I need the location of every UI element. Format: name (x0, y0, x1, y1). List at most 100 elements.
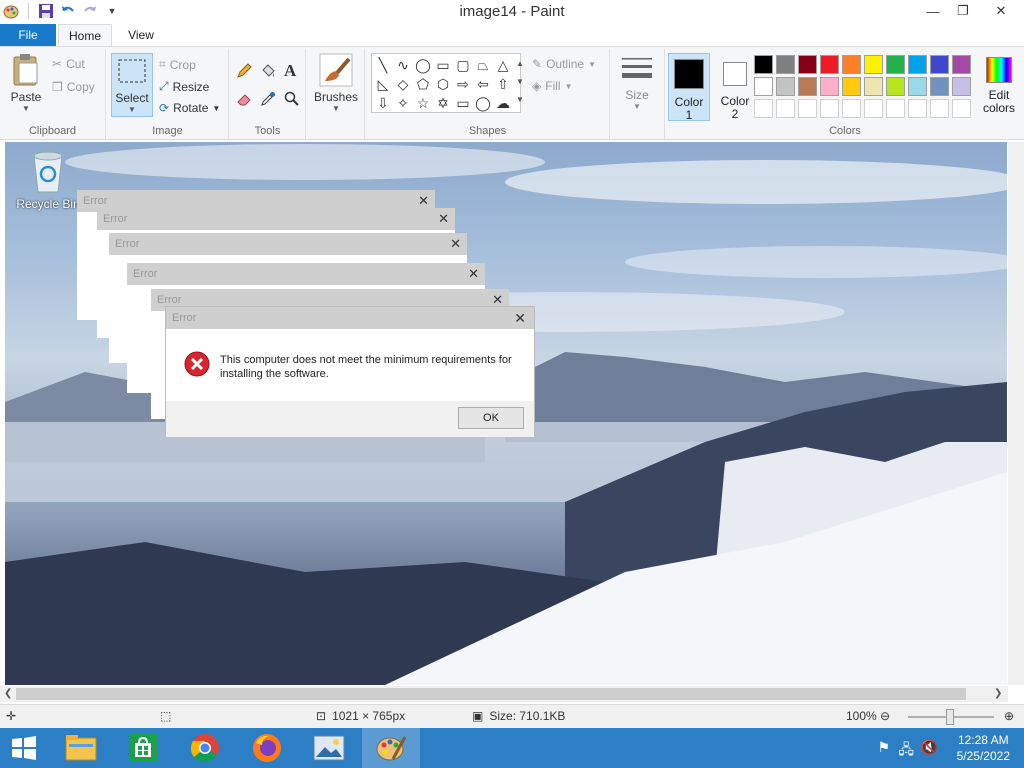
close-icon[interactable]: ✕ (468, 263, 479, 285)
palette-swatch[interactable] (798, 77, 817, 96)
dialog-close-button[interactable]: ✕ (514, 307, 526, 329)
horizontal-scrollbar[interactable]: ❮ ❯ (0, 686, 1008, 702)
palette-empty-slot[interactable] (886, 99, 905, 118)
close-button[interactable]: ✕ (978, 0, 1024, 22)
palette-empty-slot[interactable] (930, 99, 949, 118)
zoom-out-button[interactable]: ⊖ (880, 709, 890, 723)
curve-shape-icon[interactable]: ∿ (394, 56, 412, 74)
cut-button[interactable]: ✂ Cut (52, 57, 85, 71)
palette-swatch[interactable] (776, 77, 795, 96)
right-arrow-shape-icon[interactable]: ⇨ (454, 75, 472, 93)
palette-swatch[interactable] (952, 77, 971, 96)
taskbar-photos[interactable] (300, 728, 358, 768)
palette-empty-slot[interactable] (754, 99, 773, 118)
palette-swatch[interactable] (776, 55, 795, 74)
line-shape-icon[interactable]: ╲ (374, 56, 392, 74)
palette-empty-slot[interactable] (952, 99, 971, 118)
tab-file[interactable]: File (0, 24, 56, 46)
oval-callout-shape-icon[interactable]: ◯ (474, 94, 492, 112)
color-picker-tool[interactable] (260, 91, 276, 107)
shapes-scroll-icon[interactable]: ▲ ▼ ▼ (516, 55, 524, 109)
diamond-shape-icon[interactable]: ◇ (394, 75, 412, 93)
rounded-rectangle-shape-icon[interactable]: ▢ (454, 56, 472, 74)
palette-empty-slot[interactable] (798, 99, 817, 118)
fill-tool[interactable] (260, 63, 276, 79)
palette-empty-slot[interactable] (820, 99, 839, 118)
up-arrow-shape-icon[interactable]: ⇧ (494, 75, 512, 93)
palette-empty-slot[interactable] (776, 99, 795, 118)
eraser-tool[interactable] (236, 91, 252, 107)
maximize-button[interactable]: ❐ (948, 0, 978, 22)
select-button[interactable]: Select ▼ (111, 53, 153, 117)
pentagon-shape-icon[interactable]: ⬠ (414, 75, 432, 93)
palette-swatch[interactable] (798, 55, 817, 74)
six-point-star-shape-icon[interactable]: ✡ (434, 94, 452, 112)
left-arrow-shape-icon[interactable]: ⇦ (474, 75, 492, 93)
rect-callout-shape-icon[interactable]: ▭ (454, 94, 472, 112)
tab-view[interactable]: View (114, 24, 168, 46)
ok-button[interactable]: OK (458, 407, 524, 429)
palette-empty-slot[interactable] (908, 99, 927, 118)
five-point-star-shape-icon[interactable]: ☆ (414, 94, 432, 112)
fill-button[interactable]: ◈ Fill ▼ (532, 79, 572, 93)
taskbar-chrome[interactable] (176, 728, 234, 768)
color1-button[interactable]: Color 1 (668, 53, 710, 122)
palette-empty-slot[interactable] (864, 99, 883, 118)
rectangle-shape-icon[interactable]: ▭ (434, 56, 452, 74)
down-arrow-shape-icon[interactable]: ⇩ (374, 94, 392, 112)
palette-empty-slot[interactable] (842, 99, 861, 118)
volume-muted-icon[interactable]: 🔇 (921, 739, 938, 756)
action-center-flag-icon[interactable]: ⚑ (877, 739, 890, 756)
minimize-button[interactable]: — (918, 0, 948, 22)
close-icon[interactable]: ✕ (438, 208, 449, 230)
zoom-in-button[interactable]: ⊕ (1004, 709, 1014, 723)
palette-swatch[interactable] (820, 77, 839, 96)
vertical-scrollbar[interactable] (1008, 142, 1024, 685)
palette-swatch[interactable] (930, 55, 949, 74)
outline-button[interactable]: ✎ Outline ▼ (532, 57, 596, 71)
palette-swatch[interactable] (820, 55, 839, 74)
palette-swatch[interactable] (908, 55, 927, 74)
size-button[interactable]: Size ▼ (617, 55, 657, 111)
hexagon-shape-icon[interactable]: ⬡ (434, 75, 452, 93)
palette-swatch[interactable] (842, 55, 861, 74)
horizontal-scroll-thumb[interactable] (16, 688, 966, 700)
tab-home[interactable]: Home (58, 24, 112, 46)
copy-button[interactable]: ❐ Copy (52, 80, 95, 94)
cloud-callout-shape-icon[interactable]: ☁ (494, 94, 512, 112)
palette-swatch[interactable] (908, 77, 927, 96)
network-icon[interactable]: 🖧 (898, 739, 914, 763)
color2-button[interactable]: Color 2 (714, 53, 756, 121)
scroll-left-icon[interactable]: ❮ (4, 688, 12, 699)
polygon-shape-icon[interactable]: ⏢ (474, 56, 492, 74)
zoom-slider-thumb[interactable] (946, 709, 954, 725)
scroll-right-icon[interactable]: ❯ (994, 688, 1002, 699)
text-tool-icon[interactable]: A (284, 61, 296, 81)
right-triangle-shape-icon[interactable]: ◺ (374, 75, 392, 93)
rotate-button[interactable]: ⟳ Rotate ▼ (159, 101, 220, 115)
close-icon[interactable]: ✕ (450, 233, 461, 255)
crop-button[interactable]: ⌗ Crop (159, 57, 196, 72)
taskbar-firefox[interactable] (238, 728, 296, 768)
palette-swatch[interactable] (886, 77, 905, 96)
palette-swatch[interactable] (754, 55, 773, 74)
start-button[interactable] (0, 728, 48, 768)
brushes-button[interactable]: Brushes ▼ (311, 53, 361, 113)
recycle-bin-desktop-icon[interactable]: Recycle Bin (13, 150, 83, 211)
palette-swatch[interactable] (864, 77, 883, 96)
palette-swatch[interactable] (886, 55, 905, 74)
palette-swatch[interactable] (864, 55, 883, 74)
four-point-star-shape-icon[interactable]: ✧ (394, 94, 412, 112)
resize-button[interactable]: ⤢ Resize (159, 79, 209, 94)
palette-swatch[interactable] (754, 77, 773, 96)
taskbar-paint[interactable] (362, 728, 420, 768)
pencil-tool[interactable] (236, 63, 252, 79)
palette-swatch[interactable] (952, 55, 971, 74)
clock[interactable]: 12:28 AM 5/25/2022 (957, 732, 1010, 764)
palette-swatch[interactable] (930, 77, 949, 96)
oval-shape-icon[interactable]: ◯ (414, 56, 432, 74)
taskbar-store[interactable] (114, 728, 172, 768)
magnifier-tool[interactable] (284, 91, 300, 107)
edit-colors-button[interactable]: Edit colors (976, 53, 1022, 115)
drawing-canvas[interactable]: Recycle Bin Error ✕ Error ✕ Error ✕ Error ✕ … (5, 142, 1007, 685)
